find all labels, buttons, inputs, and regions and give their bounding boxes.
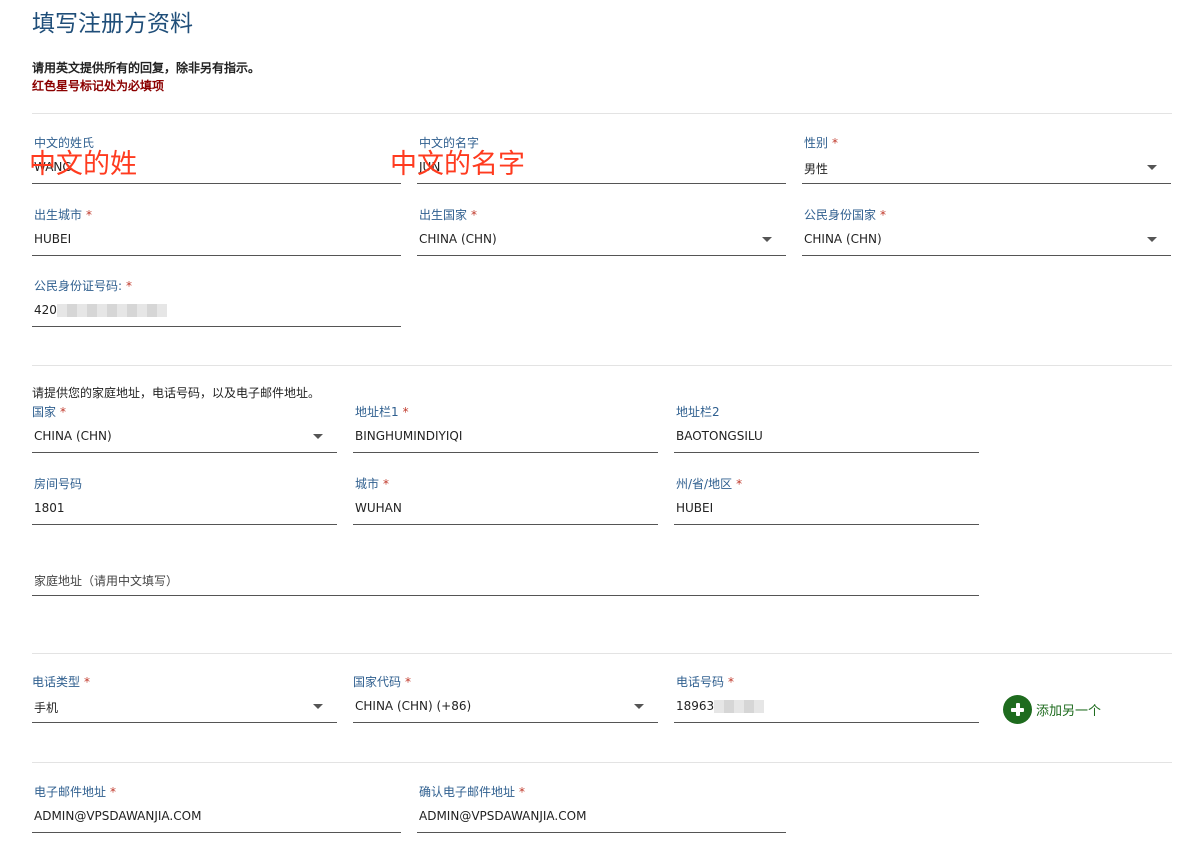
field-label: 出生国家 * <box>419 208 478 222</box>
divider <box>32 762 1172 763</box>
instruction-text: 请用英文提供所有的回复，除非另有指示。 <box>32 61 261 75</box>
address-section-note: 请提供您的家庭地址，电话号码，以及电子邮件地址。 <box>32 386 321 400</box>
address-country-select[interactable]: 国家 * CHINA (CHN) <box>32 403 337 459</box>
field-underline <box>32 595 979 596</box>
chevron-down-icon[interactable] <box>762 237 772 242</box>
given-name-annotation: 中文的名字 <box>390 149 525 180</box>
field-label: 国家代码 * <box>353 675 412 689</box>
city-field[interactable]: 城市 * WUHAN <box>353 475 658 531</box>
id-number-field[interactable]: 公民身份证号码: * 420 <box>32 277 401 333</box>
field-label: 电子邮件地址 * <box>34 785 117 799</box>
field-value: WUHAN <box>355 501 402 515</box>
redacted-block <box>56 304 167 317</box>
field-underline <box>802 183 1171 184</box>
field-underline <box>32 326 401 327</box>
field-underline <box>353 524 658 525</box>
plus-circle-icon <box>1003 695 1032 724</box>
field-label: 房间号码 <box>34 477 83 491</box>
field-underline <box>32 832 401 833</box>
field-value: BAOTONGSILU <box>676 429 763 443</box>
field-value: HUBEI <box>676 501 714 515</box>
field-underline <box>32 452 337 453</box>
field-underline <box>32 183 401 184</box>
field-value: 18963 <box>676 699 765 713</box>
divider <box>32 113 1172 114</box>
required-note: 红色星号标记处为必填项 <box>32 79 165 93</box>
address-line2-field[interactable]: 地址栏2 BAOTONGSILU <box>674 403 979 459</box>
field-underline <box>353 722 658 723</box>
field-underline <box>674 452 979 453</box>
field-underline <box>417 183 786 184</box>
room-number-field[interactable]: 房间号码 1801 <box>32 475 337 531</box>
add-another-phone-button[interactable]: 添加另一个 <box>1003 695 1101 724</box>
address-line1-field[interactable]: 地址栏1 * BINGHUMINDIYIQI <box>353 403 658 459</box>
field-value: 1801 <box>34 501 65 515</box>
add-another-label: 添加另一个 <box>1036 704 1102 719</box>
page-title: 填写注册方资料 <box>32 11 193 37</box>
field-label: 电话号码 * <box>676 675 735 689</box>
home-address-cn-field[interactable]: 家庭地址（请用中文填写） <box>32 546 979 602</box>
field-label: 国家 * <box>32 405 67 419</box>
field-label: 确认电子邮件地址 * <box>419 785 526 799</box>
field-underline <box>32 255 401 256</box>
birth-country-select[interactable]: 出生国家 * CHINA (CHN) <box>417 206 786 262</box>
chevron-down-icon[interactable] <box>634 704 644 709</box>
field-value: ADMIN@VPSDAWANJIA.COM <box>419 809 587 823</box>
field-label: 州/省/地区 * <box>676 477 743 491</box>
gender-select[interactable]: 性别 * 男性 <box>802 134 1171 190</box>
divider <box>32 653 1172 654</box>
chevron-down-icon[interactable] <box>1147 165 1157 170</box>
field-underline <box>802 255 1171 256</box>
field-label: 出生城市 * <box>34 208 93 222</box>
field-underline <box>674 524 979 525</box>
field-label: 性别 * <box>804 136 839 150</box>
divider <box>32 365 1172 366</box>
field-value: ADMIN@VPSDAWANJIA.COM <box>34 809 202 823</box>
field-value: CHINA (CHN) <box>804 232 882 246</box>
field-underline <box>32 722 337 723</box>
field-value: BINGHUMINDIYIQI <box>355 429 463 443</box>
field-label: 公民身份证号码: * <box>34 279 133 293</box>
field-underline <box>32 524 337 525</box>
field-label: 城市 * <box>355 477 390 491</box>
field-placeholder: 家庭地址（请用中文填写） <box>34 574 179 588</box>
field-underline <box>353 452 658 453</box>
country-code-select[interactable]: 国家代码 * CHINA (CHN) (+86) <box>353 673 658 729</box>
email-field[interactable]: 电子邮件地址 * ADMIN@VPSDAWANJIA.COM <box>32 783 401 839</box>
field-value: HUBEI <box>34 232 72 246</box>
field-value: CHINA (CHN) (+86) <box>355 699 472 713</box>
field-label: 地址栏2 <box>676 405 720 419</box>
field-value: CHINA (CHN) <box>34 429 112 443</box>
citizenship-country-select[interactable]: 公民身份国家 * CHINA (CHN) <box>802 206 1171 262</box>
field-label: 地址栏1 * <box>355 405 409 419</box>
field-value: 男性 <box>804 162 829 176</box>
state-field[interactable]: 州/省/地区 * HUBEI <box>674 475 979 531</box>
field-value: 手机 <box>34 701 59 715</box>
confirm-email-field[interactable]: 确认电子邮件地址 * ADMIN@VPSDAWANJIA.COM <box>417 783 786 839</box>
chevron-down-icon[interactable] <box>313 434 323 439</box>
field-label: 公民身份国家 * <box>804 208 887 222</box>
birth-city-field[interactable]: 出生城市 * HUBEI <box>32 206 401 262</box>
field-underline <box>674 722 979 723</box>
field-underline <box>417 255 786 256</box>
field-value: CHINA (CHN) <box>419 232 497 246</box>
field-label: 电话类型 * <box>32 675 91 689</box>
phone-type-select[interactable]: 电话类型 * 手机 <box>32 673 337 729</box>
chevron-down-icon[interactable] <box>1147 237 1157 242</box>
field-value: 420 <box>34 303 167 317</box>
surname-annotation: 中文的姓 <box>29 149 137 180</box>
redacted-block <box>714 700 765 713</box>
phone-number-field[interactable]: 电话号码 * 18963 <box>674 673 979 729</box>
field-underline <box>417 832 786 833</box>
chevron-down-icon[interactable] <box>313 704 323 709</box>
